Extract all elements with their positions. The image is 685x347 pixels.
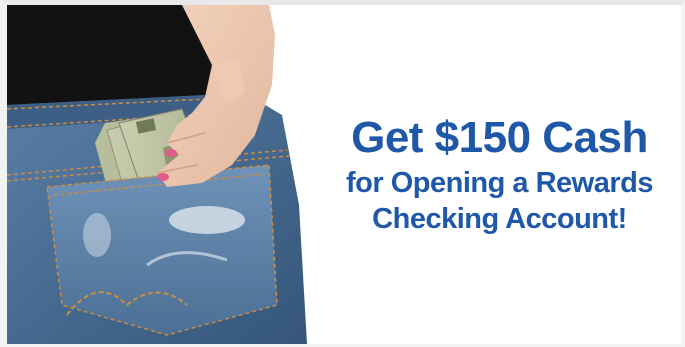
- back-pocket: [46, 164, 278, 336]
- headline-subtitle-line2: Checking Account!: [372, 203, 627, 235]
- promo-banner[interactable]: Get $150 Cash for Opening a Rewards Chec…: [0, 0, 685, 347]
- headline-subtitle-line1: for Opening a Rewards: [346, 167, 653, 199]
- promo-headline: Get $150 Cash for Opening a Rewards Chec…: [297, 113, 681, 237]
- distressed-patch: [169, 206, 245, 234]
- jeans-pocket-cash-photo: [7, 5, 307, 344]
- headline-cash-offer: Get $150 Cash: [351, 113, 648, 162]
